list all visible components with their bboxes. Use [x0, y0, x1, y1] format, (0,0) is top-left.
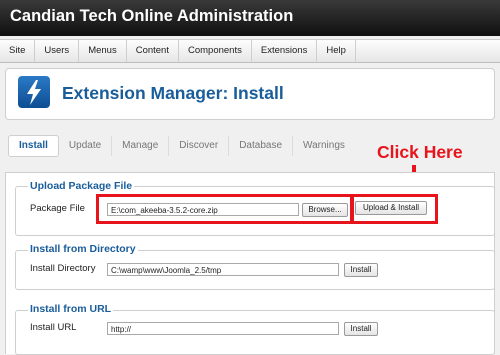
tab-install[interactable]: Install: [8, 135, 59, 157]
install-directory-label: Install Directory: [30, 263, 96, 274]
install-directory-title: Install from Directory: [28, 243, 138, 255]
menu-item-content[interactable]: Content: [127, 40, 179, 62]
tab-warnings[interactable]: Warnings: [293, 136, 355, 156]
tab-discover[interactable]: Discover: [169, 136, 230, 156]
tab-update[interactable]: Update: [59, 136, 113, 156]
install-directory-input[interactable]: C:\wamp\www\Joomla_2.5/tmp: [107, 263, 339, 276]
tab-manage[interactable]: Manage: [112, 136, 170, 156]
submenu-tabs: Install Update Manage Discover Database …: [8, 135, 355, 157]
page-title: Extension Manager: Install: [62, 83, 284, 103]
tab-database[interactable]: Database: [229, 136, 294, 156]
menu-item-users[interactable]: Users: [35, 40, 80, 62]
upload-package-title: Upload Package File: [28, 180, 135, 192]
app-title: Candian Tech Online Administration: [10, 7, 294, 25]
page-header: Extension Manager: Install: [5, 68, 495, 120]
lightning-bolt-icon: [18, 76, 50, 108]
install-url-label: Install URL: [30, 322, 77, 333]
menu-item-site[interactable]: Site: [0, 40, 36, 62]
file-input-highlight: [96, 194, 354, 224]
install-directory-button[interactable]: Install: [344, 263, 378, 277]
menu-item-help[interactable]: Help: [317, 40, 356, 62]
menu-item-extensions[interactable]: Extensions: [252, 40, 318, 62]
upload-button-highlight: [350, 194, 438, 224]
package-file-label: Package File: [30, 203, 85, 214]
menu-item-components[interactable]: Components: [179, 40, 252, 62]
menu-item-menus[interactable]: Menus: [79, 40, 127, 62]
main-menu: Site Users Menus Content Components Exte…: [0, 39, 500, 63]
install-url-button[interactable]: Install: [344, 322, 378, 336]
click-here-annotation: Click Here: [377, 142, 463, 162]
install-url-input[interactable]: http://: [107, 322, 339, 335]
install-url-title: Install from URL: [28, 303, 114, 315]
admin-header-bar: Candian Tech Online Administration: [0, 0, 500, 36]
